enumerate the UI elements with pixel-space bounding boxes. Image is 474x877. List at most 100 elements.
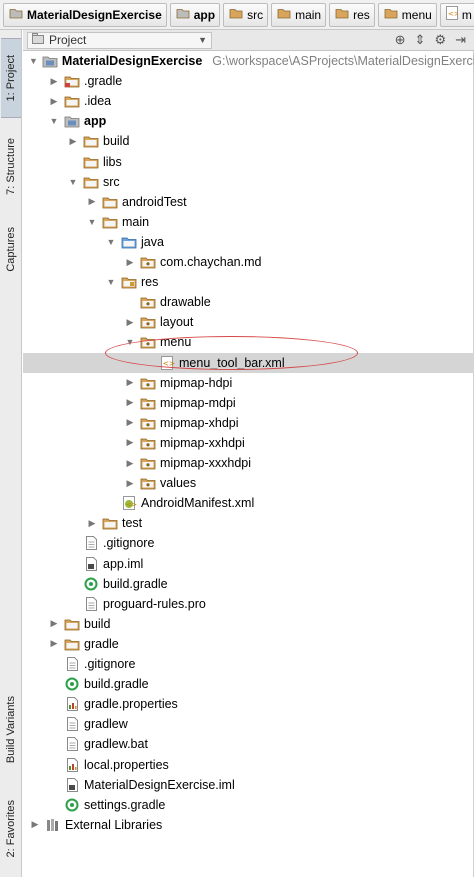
tree-row[interactable]: gradlew.bat — [23, 734, 474, 754]
expanded-arrow-icon[interactable]: ▼ — [86, 216, 98, 228]
tab-project[interactable]: 1: Project — [1, 38, 21, 118]
tab-build-variants[interactable]: Build Variants — [1, 680, 21, 780]
tree-row[interactable]: MaterialDesignExercise.iml — [23, 775, 474, 795]
tree-row[interactable]: ▶ mipmap-mdpi — [23, 393, 474, 413]
tree-row[interactable]: libs — [23, 152, 474, 172]
tree-row[interactable]: local.properties — [23, 755, 474, 775]
tree-row[interactable]: ▶ mipmap-xxxhdpi — [23, 453, 474, 473]
tree-row[interactable]: ▶ layout — [23, 312, 474, 332]
tree-row-label: libs — [103, 154, 122, 169]
tree-row[interactable]: drawable — [23, 292, 474, 312]
expanded-arrow-icon[interactable]: ▼ — [124, 336, 136, 348]
arrow-spacer — [124, 296, 136, 308]
tree-row[interactable]: ▶ androidTest — [23, 192, 474, 212]
tree-row[interactable]: .gitignore — [23, 533, 474, 553]
tree-row[interactable]: settings.gradle — [23, 795, 474, 815]
tab-structure[interactable]: 7: Structure — [1, 122, 21, 210]
tab-favorites[interactable]: 2: Favorites — [1, 788, 21, 870]
project-panel-header: Project ▼ ⊕ ⇕ ⚙ ⇥ — [23, 30, 474, 51]
tab-captures[interactable]: Captures — [1, 214, 21, 284]
tree-row[interactable]: <> AndroidManifest.xml — [23, 493, 474, 513]
tree-row[interactable]: ▼ app — [23, 111, 474, 131]
breadcrumb-item[interactable]: app — [169, 2, 221, 27]
tree-row[interactable]: ▶ build — [23, 614, 474, 634]
collapsed-arrow-icon[interactable]: ▶ — [86, 196, 98, 208]
project-path: G:\workspace\ASProjects\MaterialDesignEx… — [212, 54, 474, 68]
arrow-spacer — [48, 658, 60, 670]
tree-row[interactable]: build.gradle — [23, 674, 474, 694]
breadcrumb-item[interactable]: <>m — [439, 2, 474, 27]
tree-row[interactable]: gradlew — [23, 714, 474, 734]
gradle-icon — [64, 798, 80, 812]
tree-row[interactable]: ▶ .gradle — [23, 71, 474, 91]
folder-icon — [83, 155, 99, 169]
collapsed-arrow-icon[interactable]: ▶ — [124, 316, 136, 328]
collapsed-arrow-icon[interactable]: ▶ — [48, 638, 60, 650]
expanded-arrow-icon[interactable]: ▼ — [105, 276, 117, 288]
tree-row[interactable]: ▶ com.chaychan.md — [23, 252, 474, 272]
collapsed-arrow-icon[interactable]: ▶ — [124, 457, 136, 469]
tree-row[interactable]: <> menu_tool_bar.xml — [23, 352, 474, 373]
collapsed-arrow-icon[interactable]: ▶ — [86, 517, 98, 529]
tree-row[interactable]: ▶ mipmap-hdpi — [23, 373, 474, 393]
folder-icon — [384, 7, 398, 22]
tree-row[interactable]: ▼ MaterialDesignExercise G:\workspace\ASPr… — [23, 51, 474, 71]
tree-row[interactable]: ▼ menu — [23, 332, 474, 352]
libraries-icon — [45, 818, 61, 832]
tree-row[interactable]: ▶ External Libraries — [23, 815, 474, 835]
tree-row-label: mipmap-xxxhdpi — [160, 456, 252, 470]
tree-row[interactable]: app.iml — [23, 554, 474, 574]
tree-row[interactable]: ▶ mipmap-xhdpi — [23, 413, 474, 433]
tree-row[interactable]: ▶ build — [23, 131, 474, 151]
tree-row[interactable]: ▶ .idea — [23, 91, 474, 111]
tree-row[interactable]: ▶ gradle — [23, 634, 474, 654]
hide-icon[interactable]: ⇥ — [455, 32, 466, 48]
expanded-arrow-icon[interactable]: ▼ — [29, 55, 38, 67]
breadcrumb-item-label: res — [353, 7, 370, 22]
tree-row[interactable]: gradle.properties — [23, 694, 474, 714]
collapsed-arrow-icon[interactable]: ▶ — [124, 417, 136, 429]
tree-row-label: build — [103, 134, 130, 149]
expanded-arrow-icon[interactable]: ▼ — [48, 115, 60, 127]
collapsed-arrow-icon[interactable]: ▶ — [124, 256, 136, 268]
view-selector[interactable]: Project ▼ — [27, 31, 212, 49]
tree-row[interactable]: ▶ mipmap-xxhdpi — [23, 433, 474, 453]
breadcrumb-item[interactable]: menu — [377, 2, 437, 27]
collapsed-arrow-icon[interactable]: ▶ — [48, 75, 60, 87]
tab-captures-label: Captures — [5, 226, 17, 272]
expanded-arrow-icon[interactable]: ▼ — [67, 176, 79, 188]
package-folder-icon — [140, 376, 156, 390]
breadcrumb-item[interactable]: main — [271, 2, 327, 27]
collapsed-arrow-icon[interactable]: ▶ — [48, 618, 60, 630]
tree-row[interactable]: ▼ java — [23, 232, 474, 252]
collapsed-arrow-icon[interactable]: ▶ — [124, 397, 136, 409]
settings-icon[interactable]: ⚙ — [434, 32, 446, 48]
collapsed-arrow-icon[interactable]: ▶ — [124, 477, 136, 489]
package-folder-icon — [140, 396, 156, 410]
expanded-arrow-icon[interactable]: ▼ — [105, 236, 117, 248]
tree-row[interactable]: proguard-rules.pro — [23, 594, 474, 614]
tree-row[interactable]: ▼ res — [23, 272, 474, 292]
tree-row-label: local.properties — [84, 757, 169, 772]
collapsed-arrow-icon[interactable]: ▶ — [124, 377, 136, 389]
tree-row[interactable]: ▼ main — [23, 212, 474, 232]
breadcrumb-item[interactable]: MaterialDesignExercise — [3, 2, 167, 27]
collapsed-arrow-icon[interactable]: ▶ — [48, 95, 60, 107]
android-manifest-icon: <> — [121, 496, 137, 511]
text-file-icon — [64, 737, 80, 752]
res-folder-icon — [335, 7, 349, 22]
collapsed-arrow-icon[interactable]: ▶ — [67, 135, 79, 147]
collapsed-arrow-icon[interactable]: ▶ — [124, 437, 136, 449]
tree-row[interactable]: ▶ values — [23, 473, 474, 493]
collapse-icon[interactable]: ⇕ — [415, 32, 426, 48]
tree-row[interactable]: ▼ src — [23, 172, 474, 192]
collapsed-arrow-icon[interactable]: ▶ — [29, 819, 41, 831]
tree-row[interactable]: .gitignore — [23, 654, 474, 674]
svg-text:<>: <> — [448, 10, 458, 18]
tree-row[interactable]: ▶ test — [23, 513, 474, 533]
package-folder-icon — [140, 335, 156, 349]
tree-row[interactable]: build.gradle — [23, 574, 474, 594]
breadcrumb-item[interactable]: res — [329, 2, 375, 27]
target-icon[interactable]: ⊕ — [395, 32, 406, 48]
breadcrumb-item[interactable]: src — [223, 2, 269, 27]
